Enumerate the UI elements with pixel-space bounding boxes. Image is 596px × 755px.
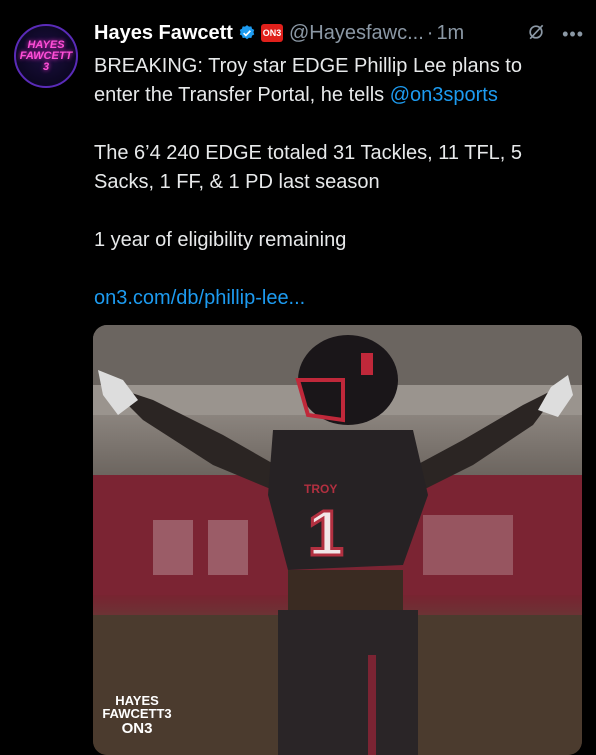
avatar[interactable]: HAYES FAWCETT 3 <box>14 24 78 88</box>
tweet-stats-2: Sacks, 1 FF, & 1 PD last season <box>94 171 380 193</box>
more-icon[interactable]: ••• <box>562 24 584 45</box>
avatar-line-3: 3 <box>42 60 50 73</box>
tweet-eligibility: 1 year of eligibility remaining <box>94 229 347 251</box>
author-name[interactable]: Hayes Fawcett <box>94 22 233 45</box>
watermark-line-3: ON3 <box>121 720 153 737</box>
separator: · <box>426 21 434 44</box>
tweet-line-1: BREAKING: Troy star EDGE Phillip Lee pla… <box>94 55 522 77</box>
player-illustration: TROY 1 <box>93 325 582 755</box>
jersey-number: 1 <box>308 497 344 569</box>
affiliate-badge[interactable]: ON3 <box>260 24 283 42</box>
avatar-line-1: HAYES <box>27 38 65 51</box>
tweet-line-2-text: enter the Transfer Portal, he tells <box>94 84 390 106</box>
author-handle[interactable]: @Hayesfawc... <box>289 22 424 45</box>
media-watermark: HAYES FAWCETT3 ON3 <box>101 694 173 737</box>
mention-link[interactable]: @on3sports <box>390 84 498 106</box>
verified-icon <box>239 25 255 40</box>
article-link[interactable]: on3.com/db/phillip-lee... <box>94 284 574 313</box>
jersey-wordmark: TROY <box>304 482 337 496</box>
avatar-line-2: FAWCETT <box>19 49 73 62</box>
tweet-media-photo[interactable]: TROY 1 HAYES FAWCETT3 ON3 <box>93 325 582 755</box>
watermark-line-2: FAWCETT3 <box>102 706 172 721</box>
timestamp[interactable]: 1m <box>436 22 464 45</box>
tweet-header: Hayes Fawcett ON3 @Hayesfawc... · 1m <box>94 18 588 48</box>
grok-icon[interactable] <box>526 22 546 42</box>
tweet-line-2: enter the Transfer Portal, he tells @on3… <box>94 81 574 110</box>
tweet-stats-1: The 6’4 240 EDGE totaled 31 Tackles, 11 … <box>94 142 523 164</box>
